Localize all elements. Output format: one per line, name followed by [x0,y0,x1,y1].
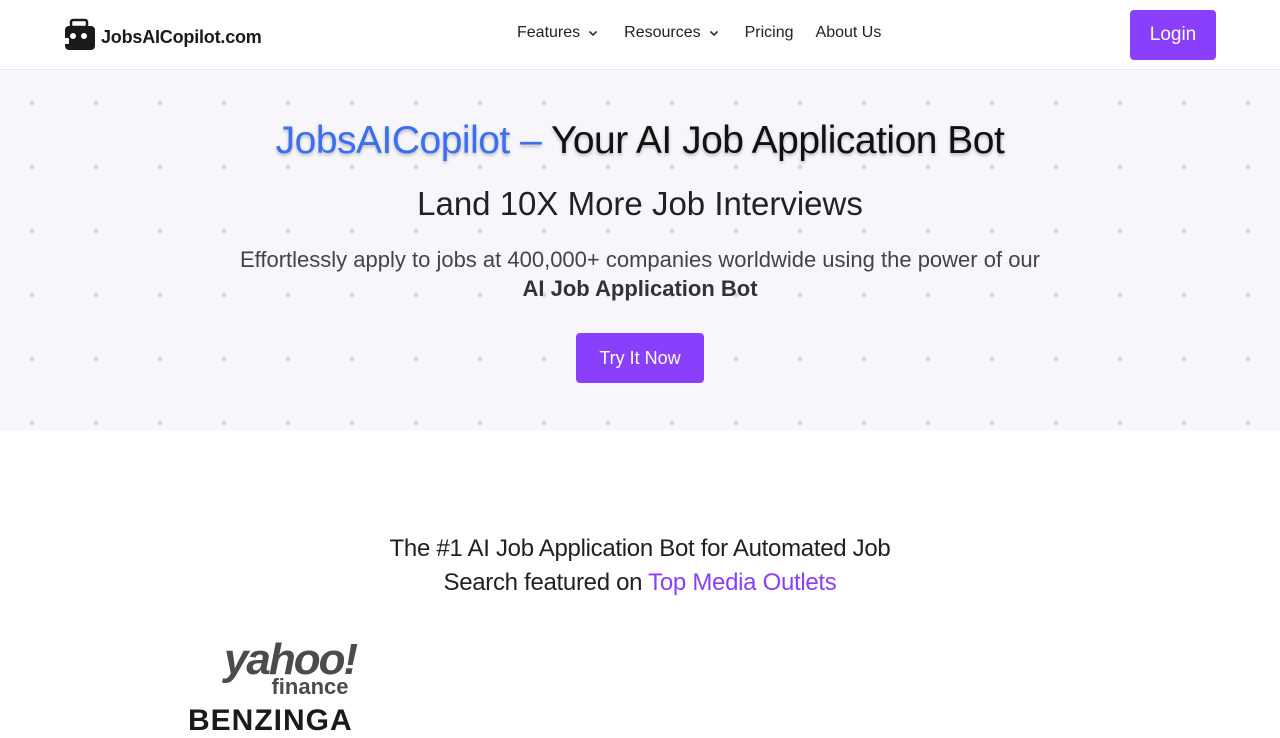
featured-line1: The #1 AI Job Application Bot for Automa… [389,535,891,562]
featured-line2-accent: Top Media Outlets [648,569,837,596]
try-it-now-button[interactable]: Try It Now [576,333,704,383]
featured-line2-prefix: Search featured on [443,569,649,596]
hero-description-line1: Effortlessly apply to jobs at 400,000+ c… [239,247,1040,272]
briefcase-robot-icon [63,18,95,50]
chevron-down-icon [589,30,598,37]
logo-link[interactable]: JobsAICopilot.com [62,18,262,52]
logo-text: JobsAICopilot.com [101,27,262,47]
hero-subtitle: Land 10X More Job Interviews [417,185,863,222]
featured-heading: The #1 AI Job Application Bot for Automa… [0,532,1280,600]
hero-description: Effortlessly apply to jobs at 400,000+ c… [0,245,1280,303]
nav-pricing[interactable]: Pricing [745,24,794,42]
hero-title: JobsAICopilot – Your AI Job Application … [0,119,1280,163]
main-nav: Features Resources Pricing About Us [517,24,881,42]
nav-about-us[interactable]: About Us [816,24,882,42]
nav-resources[interactable]: Resources [624,24,718,42]
login-button[interactable]: Login [1130,10,1216,60]
nav-resources-label: Resources [624,24,701,41]
hero-description-highlight: AI Job Application Bot [522,276,758,301]
yahoo-finance-logo: yahoo! finance [214,638,366,698]
hero-title-rest: Your AI Job Application Bot [550,119,1005,162]
hero-section: JobsAICopilot – Your AI Job Application … [0,71,1280,431]
hero-title-brand: JobsAICopilot [275,119,511,162]
hero-title-dash: – [509,119,551,162]
benzinga-logo: BENZINGA [188,704,353,737]
nav-features[interactable]: Features [517,24,598,42]
chevron-down-icon [709,30,718,37]
site-header: JobsAICopilot.com Features Resources Pri… [0,0,1280,70]
nav-features-label: Features [517,24,581,41]
